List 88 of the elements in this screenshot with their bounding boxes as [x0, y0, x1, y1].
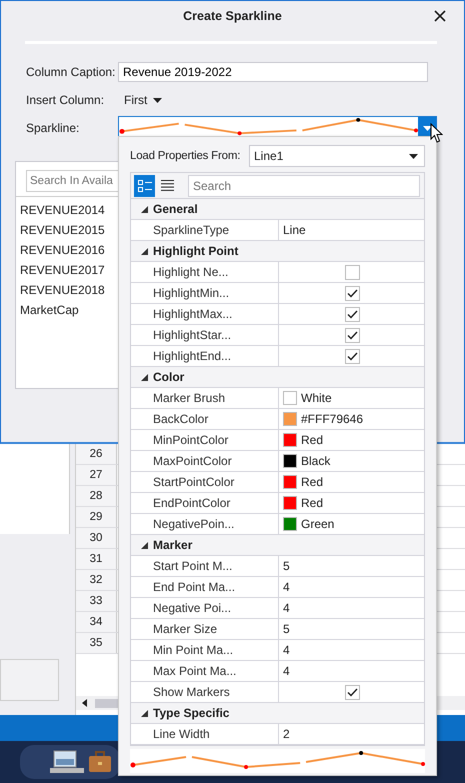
property-value[interactable]: #FFF79646	[301, 412, 364, 426]
collapse-icon[interactable]	[141, 542, 148, 548]
property-value[interactable]: Red	[301, 475, 324, 489]
property-name: Max Point Ma...	[131, 661, 279, 681]
row-number: 31	[76, 549, 117, 569]
checkbox[interactable]	[345, 306, 360, 322]
property-name: MaxPointColor	[131, 451, 279, 471]
field-label: Column Caption:	[26, 65, 116, 79]
property-name: Line Width	[131, 724, 279, 744]
property-name: Min Point Ma...	[131, 640, 279, 660]
row-number: 28	[76, 486, 117, 506]
field-label: Sparkline:	[26, 121, 80, 135]
color-swatch[interactable]	[283, 517, 297, 531]
property-name: Negative Poi...	[131, 598, 279, 618]
property-name: HighlightEnd...	[131, 346, 279, 366]
property-value[interactable]: Red	[301, 433, 324, 447]
color-swatch[interactable]	[283, 475, 297, 489]
list-icon	[161, 180, 174, 191]
category-label: General	[153, 202, 198, 216]
category-label: Marker	[153, 538, 192, 552]
caret-icon	[422, 126, 432, 130]
property-name: Start Point M...	[131, 556, 279, 576]
property-name: Highlight Ne...	[131, 262, 279, 282]
property-name: HighlightMin...	[131, 283, 279, 303]
property-value[interactable]: 4	[283, 643, 290, 657]
collapse-icon[interactable]	[141, 248, 148, 254]
scroll-left-icon[interactable]	[82, 699, 87, 707]
color-swatch[interactable]	[283, 496, 297, 510]
row-number: 35	[76, 633, 117, 653]
property-name: EndPointColor	[131, 493, 279, 513]
laptop-icon	[50, 749, 84, 775]
checkbox[interactable]	[345, 264, 360, 280]
property-name: HighlightStar...	[131, 325, 279, 345]
property-value[interactable]: 5	[283, 622, 290, 636]
row-number: 34	[76, 612, 117, 632]
row-number: 30	[76, 528, 117, 548]
collapse-icon[interactable]	[141, 206, 148, 212]
category-label: Color	[153, 370, 184, 384]
property-name: Show Markers	[131, 682, 279, 702]
property-name: BackColor	[131, 409, 279, 429]
load-dropdown[interactable]: Line1	[249, 145, 425, 167]
caret-icon	[153, 98, 162, 102]
field-label: Load Properties From:	[130, 150, 242, 162]
property-value[interactable]: Black	[301, 454, 330, 468]
checkbox[interactable]	[345, 286, 360, 300]
category-label: Highlight Point	[153, 244, 238, 258]
property-name: SparklineType	[131, 220, 279, 240]
field-label: Insert Column:	[26, 93, 106, 107]
color-swatch[interactable]	[283, 412, 297, 426]
property-value[interactable]: Green	[301, 517, 334, 531]
color-swatch[interactable]	[283, 454, 297, 468]
checkbox[interactable]	[345, 684, 360, 700]
property-value[interactable]: 5	[283, 559, 290, 573]
property-value[interactable]: Line	[283, 223, 306, 237]
category-label: Type Specific	[153, 706, 230, 720]
categorized-button[interactable]	[134, 174, 155, 196]
search-field[interactable]: Search	[188, 174, 420, 196]
color-swatch[interactable]	[283, 433, 297, 447]
property-value[interactable]: 4	[283, 601, 290, 615]
property-name: Marker Brush	[131, 388, 279, 408]
property-name: MinPointColor	[131, 430, 279, 450]
row-number: 32	[76, 570, 117, 590]
row-number: 29	[76, 507, 117, 527]
property-name: StartPointColor	[131, 472, 279, 492]
property-value[interactable]: 4	[283, 664, 290, 678]
categorized-icon	[138, 180, 152, 192]
close-icon[interactable]	[434, 10, 446, 22]
row-number: 27	[76, 465, 117, 485]
caption-field[interactable]: Revenue 2019-2022	[118, 62, 428, 82]
caret-icon	[409, 154, 418, 158]
property-name: HighlightMax...	[131, 304, 279, 324]
property-value[interactable]: 2	[283, 727, 290, 741]
property-name: NegativePoin...	[131, 514, 279, 534]
collapse-icon[interactable]	[141, 374, 148, 380]
property-name: Marker Size	[131, 619, 279, 639]
row-number: 26	[76, 444, 117, 464]
checkbox[interactable]	[345, 328, 360, 342]
window-title: Create Sparkline	[183, 9, 282, 23]
row-number: 33	[76, 591, 117, 611]
property-value[interactable]: White	[301, 391, 332, 405]
briefcase-icon	[88, 750, 112, 774]
property-name: End Point Ma...	[131, 577, 279, 597]
property-value[interactable]: 4	[283, 580, 290, 594]
color-swatch[interactable]	[283, 391, 297, 405]
property-value[interactable]: Red	[301, 496, 324, 510]
taskbar-app[interactable]	[20, 745, 120, 779]
insert-dropdown[interactable]: First	[118, 93, 162, 107]
checkbox[interactable]	[345, 348, 360, 364]
